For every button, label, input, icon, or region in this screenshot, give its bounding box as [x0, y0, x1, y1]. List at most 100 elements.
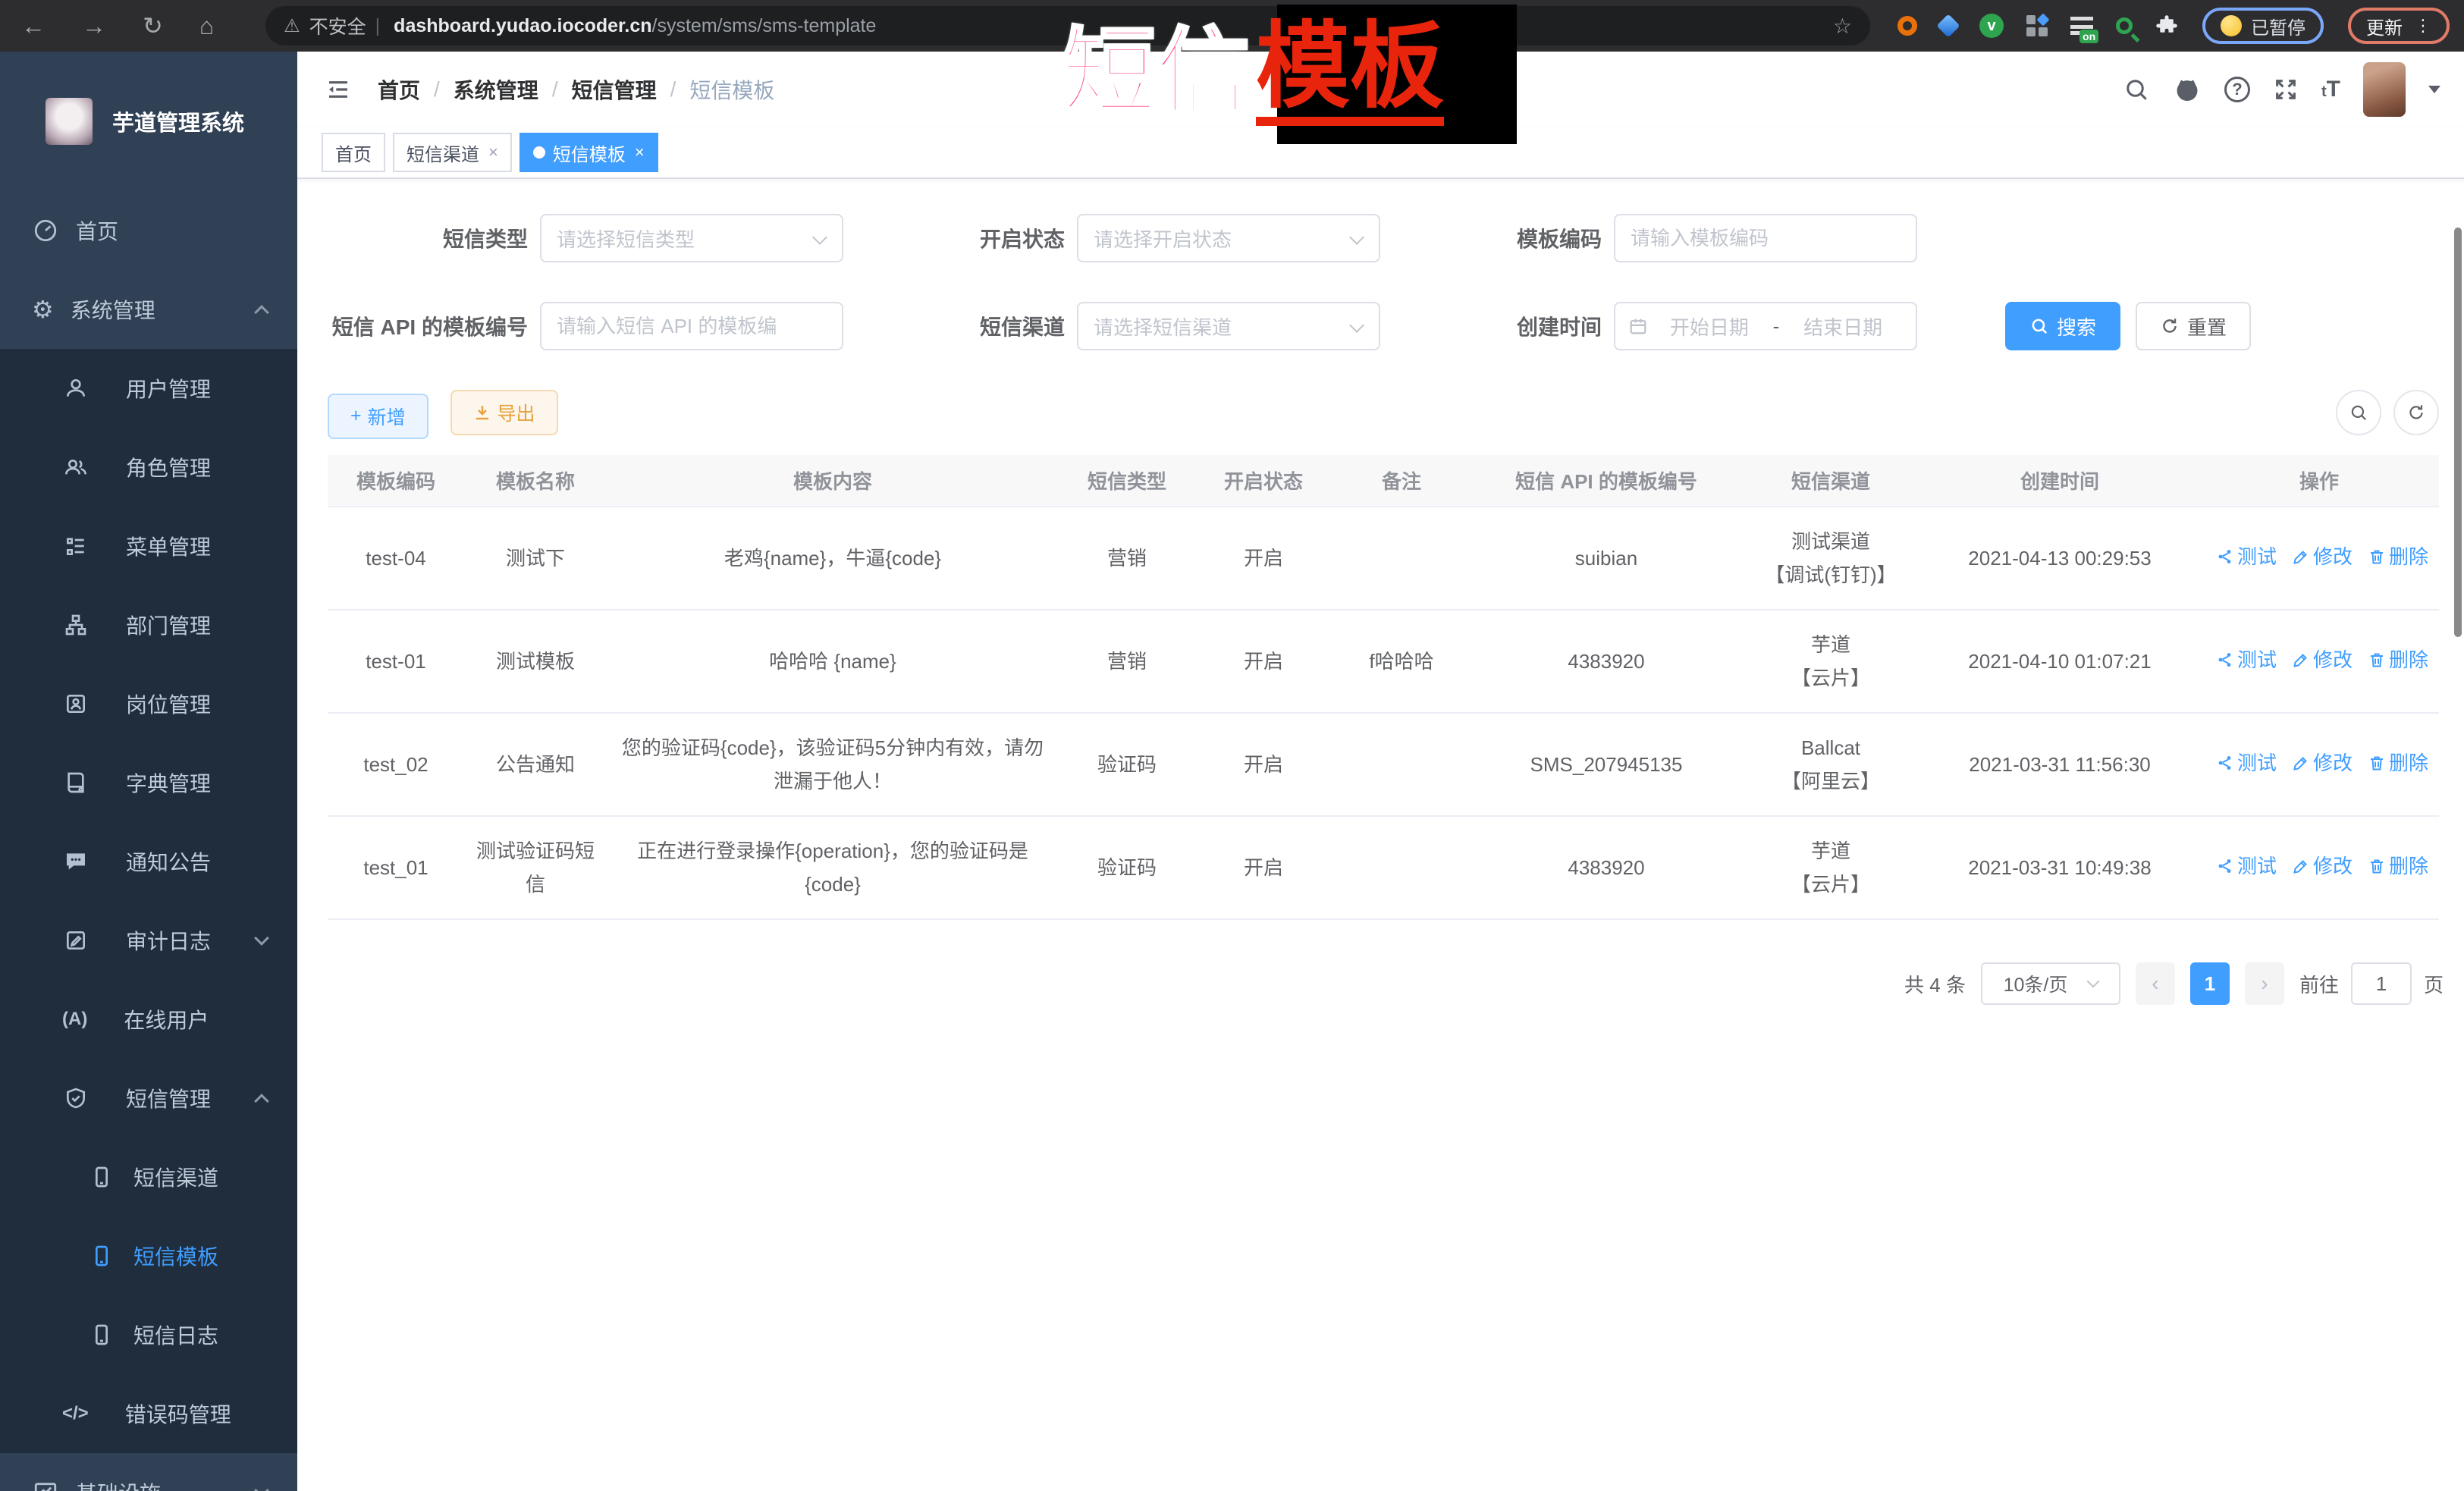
sidebar-item-dict[interactable]: 字典管理: [0, 743, 297, 822]
sidebar-item-error-codes[interactable]: </> 错误码管理: [0, 1374, 297, 1453]
sidebar-item-notice[interactable]: 通知公告: [0, 822, 297, 901]
sms-type-select[interactable]: 请选择短信类型: [540, 214, 843, 262]
range-separator: -: [1770, 315, 1783, 338]
col-type: 短信类型: [1059, 455, 1195, 507]
fullscreen-icon[interactable]: [2273, 77, 2299, 102]
shield-check-icon: [62, 1086, 89, 1110]
search-button[interactable]: 搜索: [2005, 302, 2120, 350]
delete-link[interactable]: 删除: [2368, 849, 2428, 883]
export-button[interactable]: 导出: [450, 390, 558, 435]
delete-link[interactable]: 删除: [2368, 643, 2428, 676]
sidebar-item-home[interactable]: 首页: [0, 191, 297, 270]
test-link[interactable]: 测试: [2216, 746, 2277, 780]
edit-pencil-icon: [2292, 651, 2310, 669]
cell-channel: 芋道 【云片】: [1741, 610, 1920, 713]
reset-button[interactable]: 重置: [2136, 302, 2251, 350]
extension-gem-icon[interactable]: [1936, 14, 1960, 37]
browser-menu-icon[interactable]: ⋮: [2415, 16, 2431, 36]
breadcrumb-separator: /: [434, 77, 440, 102]
extension-magnifier-icon[interactable]: [2116, 17, 2133, 34]
browser-forward-icon[interactable]: →: [82, 12, 106, 40]
page-number-button[interactable]: 1: [2190, 962, 2230, 1005]
refresh-table-button[interactable]: [2393, 390, 2439, 435]
extension-grid-icon[interactable]: [2026, 15, 2048, 36]
test-link[interactable]: 测试: [2216, 540, 2277, 573]
action-label: 删除: [2389, 849, 2428, 883]
sidebar-item-menus[interactable]: 菜单管理: [0, 507, 297, 585]
extension-ring-icon[interactable]: [1897, 16, 1917, 36]
delete-link[interactable]: 删除: [2368, 540, 2428, 573]
extension-list-icon[interactable]: on: [2070, 17, 2093, 35]
edit-link[interactable]: 修改: [2292, 746, 2353, 780]
goto-page-input[interactable]: [2351, 962, 2412, 1005]
sidebar-item-audit-log[interactable]: 审计日志: [0, 901, 297, 980]
sidebar-item-system[interactable]: ⚙ 系统管理: [0, 270, 297, 349]
sidebar-item-posts[interactable]: 岗位管理: [0, 664, 297, 743]
reset-label: 重置: [2187, 312, 2227, 341]
puzzle-extensions-icon[interactable]: [2155, 14, 2178, 37]
prev-page-button[interactable]: ‹: [2136, 962, 2175, 1005]
search-icon[interactable]: [2123, 76, 2150, 103]
font-size-icon[interactable]: tT: [2321, 78, 2340, 101]
user-avatar[interactable]: [2363, 62, 2406, 117]
sidebar-item-infrastructure[interactable]: 基础设施: [0, 1453, 297, 1491]
breadcrumb-home[interactable]: 首页: [378, 74, 420, 105]
pagination: 共 4 条 10条/页 ‹ 1 › 前往 页: [297, 962, 2444, 1005]
url-bar[interactable]: ⚠ 不安全 | dashboard.yudao.iocoder.cn/syste…: [265, 6, 1870, 46]
sidebar-item-online-users[interactable]: (A) 在线用户: [0, 980, 297, 1059]
sidebar-item-departments[interactable]: 部门管理: [0, 585, 297, 664]
end-date-placeholder[interactable]: 结束日期: [1782, 312, 1904, 341]
page-size-select[interactable]: 10条/页: [1981, 962, 2120, 1005]
add-button[interactable]: + 新增: [328, 394, 428, 439]
share-test-icon: [2216, 754, 2234, 772]
channel-select[interactable]: 请选择短信渠道: [1077, 302, 1380, 350]
start-date-placeholder[interactable]: 开始日期: [1649, 312, 1770, 341]
test-link[interactable]: 测试: [2216, 849, 2277, 883]
avatar-caret-icon[interactable]: [2428, 86, 2440, 99]
show-search-button[interactable]: [2336, 390, 2381, 435]
close-icon[interactable]: ×: [635, 143, 645, 162]
tab-sms-template[interactable]: 短信模板 ×: [519, 133, 658, 172]
test-link[interactable]: 测试: [2216, 643, 2277, 676]
sidebar-item-users[interactable]: 用户管理: [0, 349, 297, 428]
status-select[interactable]: 请选择开启状态: [1077, 214, 1380, 262]
sidebar-item-sms-template[interactable]: 短信模板: [0, 1216, 297, 1295]
cell-type: 营销: [1059, 507, 1195, 610]
edit-link[interactable]: 修改: [2292, 540, 2353, 573]
edit-link[interactable]: 修改: [2292, 849, 2353, 883]
tab-sms-channel[interactable]: 短信渠道 ×: [393, 133, 512, 172]
browser-refresh-icon[interactable]: ↻: [143, 11, 163, 40]
insecure-warning-icon: ⚠: [284, 15, 300, 37]
edit-link[interactable]: 修改: [2292, 643, 2353, 676]
tab-home[interactable]: 首页: [322, 133, 385, 172]
page-unit-label: 页: [2424, 970, 2444, 998]
hamburger-icon[interactable]: [325, 77, 352, 102]
browser-home-icon[interactable]: ⌂: [199, 12, 214, 40]
tab-label: 短信模板: [553, 140, 626, 166]
breadcrumb-sms[interactable]: 短信管理: [572, 74, 657, 105]
bookmark-star-icon[interactable]: ☆: [1833, 14, 1852, 39]
sidebar-item-sms[interactable]: 短信管理: [0, 1059, 297, 1138]
date-range-picker[interactable]: 开始日期 - 结束日期: [1614, 302, 1917, 350]
trash-icon: [2368, 651, 2386, 669]
browser-back-icon[interactable]: ←: [21, 12, 46, 40]
close-icon[interactable]: ×: [488, 143, 498, 162]
main-area: 首页 / 系统管理 / 短信管理 / 短信模板 ? tT 首页: [297, 52, 2464, 1491]
extension-green-icon[interactable]: v: [1979, 14, 2004, 38]
update-button[interactable]: 更新 ⋮: [2348, 8, 2450, 44]
api-template-input[interactable]: [557, 315, 827, 338]
sidebar-item-sms-channel[interactable]: 短信渠道: [0, 1138, 297, 1216]
delete-link[interactable]: 删除: [2368, 746, 2428, 780]
template-code-input[interactable]: [1631, 227, 1901, 250]
next-page-button[interactable]: ›: [2245, 962, 2284, 1005]
sidebar-item-roles[interactable]: 角色管理: [0, 428, 297, 507]
help-icon[interactable]: ?: [2224, 77, 2250, 102]
profile-paused-pill[interactable]: 已暂停: [2202, 8, 2324, 44]
channel-label: 短信渠道: [865, 311, 1065, 341]
sidebar-item-sms-log[interactable]: 短信日志: [0, 1295, 297, 1374]
total-count: 共 4 条: [1904, 970, 1966, 998]
breadcrumb-system[interactable]: 系统管理: [454, 74, 538, 105]
scrollbar-thumb[interactable]: [2454, 228, 2462, 637]
github-icon[interactable]: [2173, 75, 2202, 104]
plus-icon: +: [350, 405, 362, 427]
